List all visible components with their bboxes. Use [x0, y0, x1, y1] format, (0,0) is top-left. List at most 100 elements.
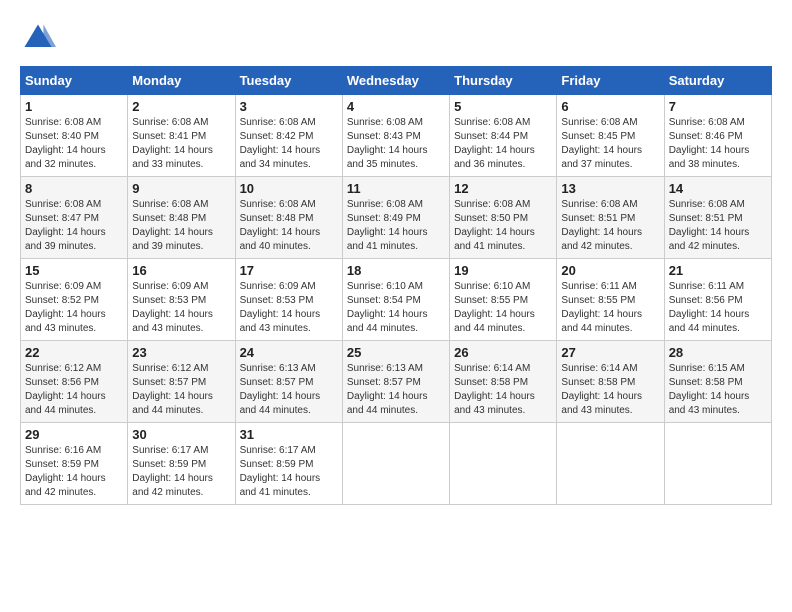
day-number: 21 [669, 263, 767, 278]
day-number: 10 [240, 181, 338, 196]
day-cell: 11 Sunrise: 6:08 AMSunset: 8:49 PMDayligh… [342, 177, 449, 259]
day-info: Sunrise: 6:11 AMSunset: 8:55 PMDaylight:… [561, 280, 659, 336]
day-cell: 13 Sunrise: 6:08 AMSunset: 8:51 PMDayligh… [557, 177, 664, 259]
day-cell: 19 Sunrise: 6:10 AMSunset: 8:55 PMDayligh… [450, 259, 557, 341]
day-number: 19 [454, 263, 552, 278]
day-info: Sunrise: 6:13 AMSunset: 8:57 PMDaylight:… [347, 362, 445, 418]
day-number: 11 [347, 181, 445, 196]
day-number: 24 [240, 345, 338, 360]
day-info: Sunrise: 6:08 AMSunset: 8:49 PMDaylight:… [347, 198, 445, 254]
day-number: 15 [25, 263, 123, 278]
day-info: Sunrise: 6:08 AMSunset: 8:45 PMDaylight:… [561, 116, 659, 172]
day-number: 5 [454, 99, 552, 114]
day-cell [450, 423, 557, 505]
day-info: Sunrise: 6:09 AMSunset: 8:52 PMDaylight:… [25, 280, 123, 336]
day-cell: 28 Sunrise: 6:15 AMSunset: 8:58 PMDayligh… [664, 341, 771, 423]
day-number: 22 [25, 345, 123, 360]
day-cell: 8 Sunrise: 6:08 AMSunset: 8:47 PMDaylight… [21, 177, 128, 259]
day-number: 1 [25, 99, 123, 114]
week-row-4: 22 Sunrise: 6:12 AMSunset: 8:56 PMDayligh… [21, 341, 772, 423]
header [20, 20, 772, 56]
day-cell: 2 Sunrise: 6:08 AMSunset: 8:41 PMDaylight… [128, 95, 235, 177]
day-number: 14 [669, 181, 767, 196]
day-number: 12 [454, 181, 552, 196]
day-number: 2 [132, 99, 230, 114]
day-cell: 9 Sunrise: 6:08 AMSunset: 8:48 PMDaylight… [128, 177, 235, 259]
day-info: Sunrise: 6:17 AMSunset: 8:59 PMDaylight:… [132, 444, 230, 500]
week-row-2: 8 Sunrise: 6:08 AMSunset: 8:47 PMDaylight… [21, 177, 772, 259]
day-info: Sunrise: 6:14 AMSunset: 8:58 PMDaylight:… [561, 362, 659, 418]
day-info: Sunrise: 6:12 AMSunset: 8:56 PMDaylight:… [25, 362, 123, 418]
calendar-table: SundayMondayTuesdayWednesdayThursdayFrid… [20, 66, 772, 505]
day-cell: 27 Sunrise: 6:14 AMSunset: 8:58 PMDayligh… [557, 341, 664, 423]
day-number: 29 [25, 427, 123, 442]
column-header-sunday: Sunday [21, 67, 128, 95]
day-info: Sunrise: 6:08 AMSunset: 8:51 PMDaylight:… [669, 198, 767, 254]
day-cell: 31 Sunrise: 6:17 AMSunset: 8:59 PMDayligh… [235, 423, 342, 505]
day-number: 18 [347, 263, 445, 278]
day-info: Sunrise: 6:16 AMSunset: 8:59 PMDaylight:… [25, 444, 123, 500]
day-cell: 26 Sunrise: 6:14 AMSunset: 8:58 PMDayligh… [450, 341, 557, 423]
day-number: 31 [240, 427, 338, 442]
day-cell: 6 Sunrise: 6:08 AMSunset: 8:45 PMDaylight… [557, 95, 664, 177]
logo [20, 20, 62, 56]
day-info: Sunrise: 6:08 AMSunset: 8:46 PMDaylight:… [669, 116, 767, 172]
day-number: 23 [132, 345, 230, 360]
day-cell: 22 Sunrise: 6:12 AMSunset: 8:56 PMDayligh… [21, 341, 128, 423]
day-info: Sunrise: 6:08 AMSunset: 8:42 PMDaylight:… [240, 116, 338, 172]
day-info: Sunrise: 6:08 AMSunset: 8:51 PMDaylight:… [561, 198, 659, 254]
day-number: 6 [561, 99, 659, 114]
day-number: 9 [132, 181, 230, 196]
day-cell: 15 Sunrise: 6:09 AMSunset: 8:52 PMDayligh… [21, 259, 128, 341]
day-info: Sunrise: 6:15 AMSunset: 8:58 PMDaylight:… [669, 362, 767, 418]
day-number: 8 [25, 181, 123, 196]
day-cell: 30 Sunrise: 6:17 AMSunset: 8:59 PMDayligh… [128, 423, 235, 505]
day-info: Sunrise: 6:13 AMSunset: 8:57 PMDaylight:… [240, 362, 338, 418]
day-info: Sunrise: 6:08 AMSunset: 8:44 PMDaylight:… [454, 116, 552, 172]
day-number: 20 [561, 263, 659, 278]
column-header-wednesday: Wednesday [342, 67, 449, 95]
day-info: Sunrise: 6:09 AMSunset: 8:53 PMDaylight:… [240, 280, 338, 336]
column-header-friday: Friday [557, 67, 664, 95]
day-cell: 5 Sunrise: 6:08 AMSunset: 8:44 PMDaylight… [450, 95, 557, 177]
day-info: Sunrise: 6:08 AMSunset: 8:47 PMDaylight:… [25, 198, 123, 254]
column-header-saturday: Saturday [664, 67, 771, 95]
day-number: 7 [669, 99, 767, 114]
week-row-3: 15 Sunrise: 6:09 AMSunset: 8:52 PMDayligh… [21, 259, 772, 341]
week-row-5: 29 Sunrise: 6:16 AMSunset: 8:59 PMDayligh… [21, 423, 772, 505]
day-info: Sunrise: 6:08 AMSunset: 8:48 PMDaylight:… [132, 198, 230, 254]
day-number: 13 [561, 181, 659, 196]
day-info: Sunrise: 6:14 AMSunset: 8:58 PMDaylight:… [454, 362, 552, 418]
day-info: Sunrise: 6:11 AMSunset: 8:56 PMDaylight:… [669, 280, 767, 336]
day-cell: 7 Sunrise: 6:08 AMSunset: 8:46 PMDaylight… [664, 95, 771, 177]
column-header-thursday: Thursday [450, 67, 557, 95]
day-cell: 24 Sunrise: 6:13 AMSunset: 8:57 PMDayligh… [235, 341, 342, 423]
day-number: 28 [669, 345, 767, 360]
day-info: Sunrise: 6:17 AMSunset: 8:59 PMDaylight:… [240, 444, 338, 500]
day-number: 26 [454, 345, 552, 360]
day-cell: 12 Sunrise: 6:08 AMSunset: 8:50 PMDayligh… [450, 177, 557, 259]
day-cell [664, 423, 771, 505]
day-cell: 17 Sunrise: 6:09 AMSunset: 8:53 PMDayligh… [235, 259, 342, 341]
day-cell: 1 Sunrise: 6:08 AMSunset: 8:40 PMDaylight… [21, 95, 128, 177]
day-number: 17 [240, 263, 338, 278]
day-cell: 14 Sunrise: 6:08 AMSunset: 8:51 PMDayligh… [664, 177, 771, 259]
day-cell: 20 Sunrise: 6:11 AMSunset: 8:55 PMDayligh… [557, 259, 664, 341]
day-cell: 25Sunrise: 6:13 AMSunset: 8:57 PMDayligh… [342, 341, 449, 423]
day-info: Sunrise: 6:12 AMSunset: 8:57 PMDaylight:… [132, 362, 230, 418]
day-info: Sunrise: 6:08 AMSunset: 8:40 PMDaylight:… [25, 116, 123, 172]
day-cell: 3Sunrise: 6:08 AMSunset: 8:42 PMDaylight… [235, 95, 342, 177]
day-cell [557, 423, 664, 505]
week-row-1: 1 Sunrise: 6:08 AMSunset: 8:40 PMDaylight… [21, 95, 772, 177]
day-number: 30 [132, 427, 230, 442]
day-info: Sunrise: 6:10 AMSunset: 8:55 PMDaylight:… [454, 280, 552, 336]
day-number: 27 [561, 345, 659, 360]
day-info: Sunrise: 6:08 AMSunset: 8:50 PMDaylight:… [454, 198, 552, 254]
header-row: SundayMondayTuesdayWednesdayThursdayFrid… [21, 67, 772, 95]
day-info: Sunrise: 6:10 AMSunset: 8:54 PMDaylight:… [347, 280, 445, 336]
day-info: Sunrise: 6:08 AMSunset: 8:41 PMDaylight:… [132, 116, 230, 172]
column-header-tuesday: Tuesday [235, 67, 342, 95]
day-number: 4 [347, 99, 445, 114]
column-header-monday: Monday [128, 67, 235, 95]
day-info: Sunrise: 6:09 AMSunset: 8:53 PMDaylight:… [132, 280, 230, 336]
